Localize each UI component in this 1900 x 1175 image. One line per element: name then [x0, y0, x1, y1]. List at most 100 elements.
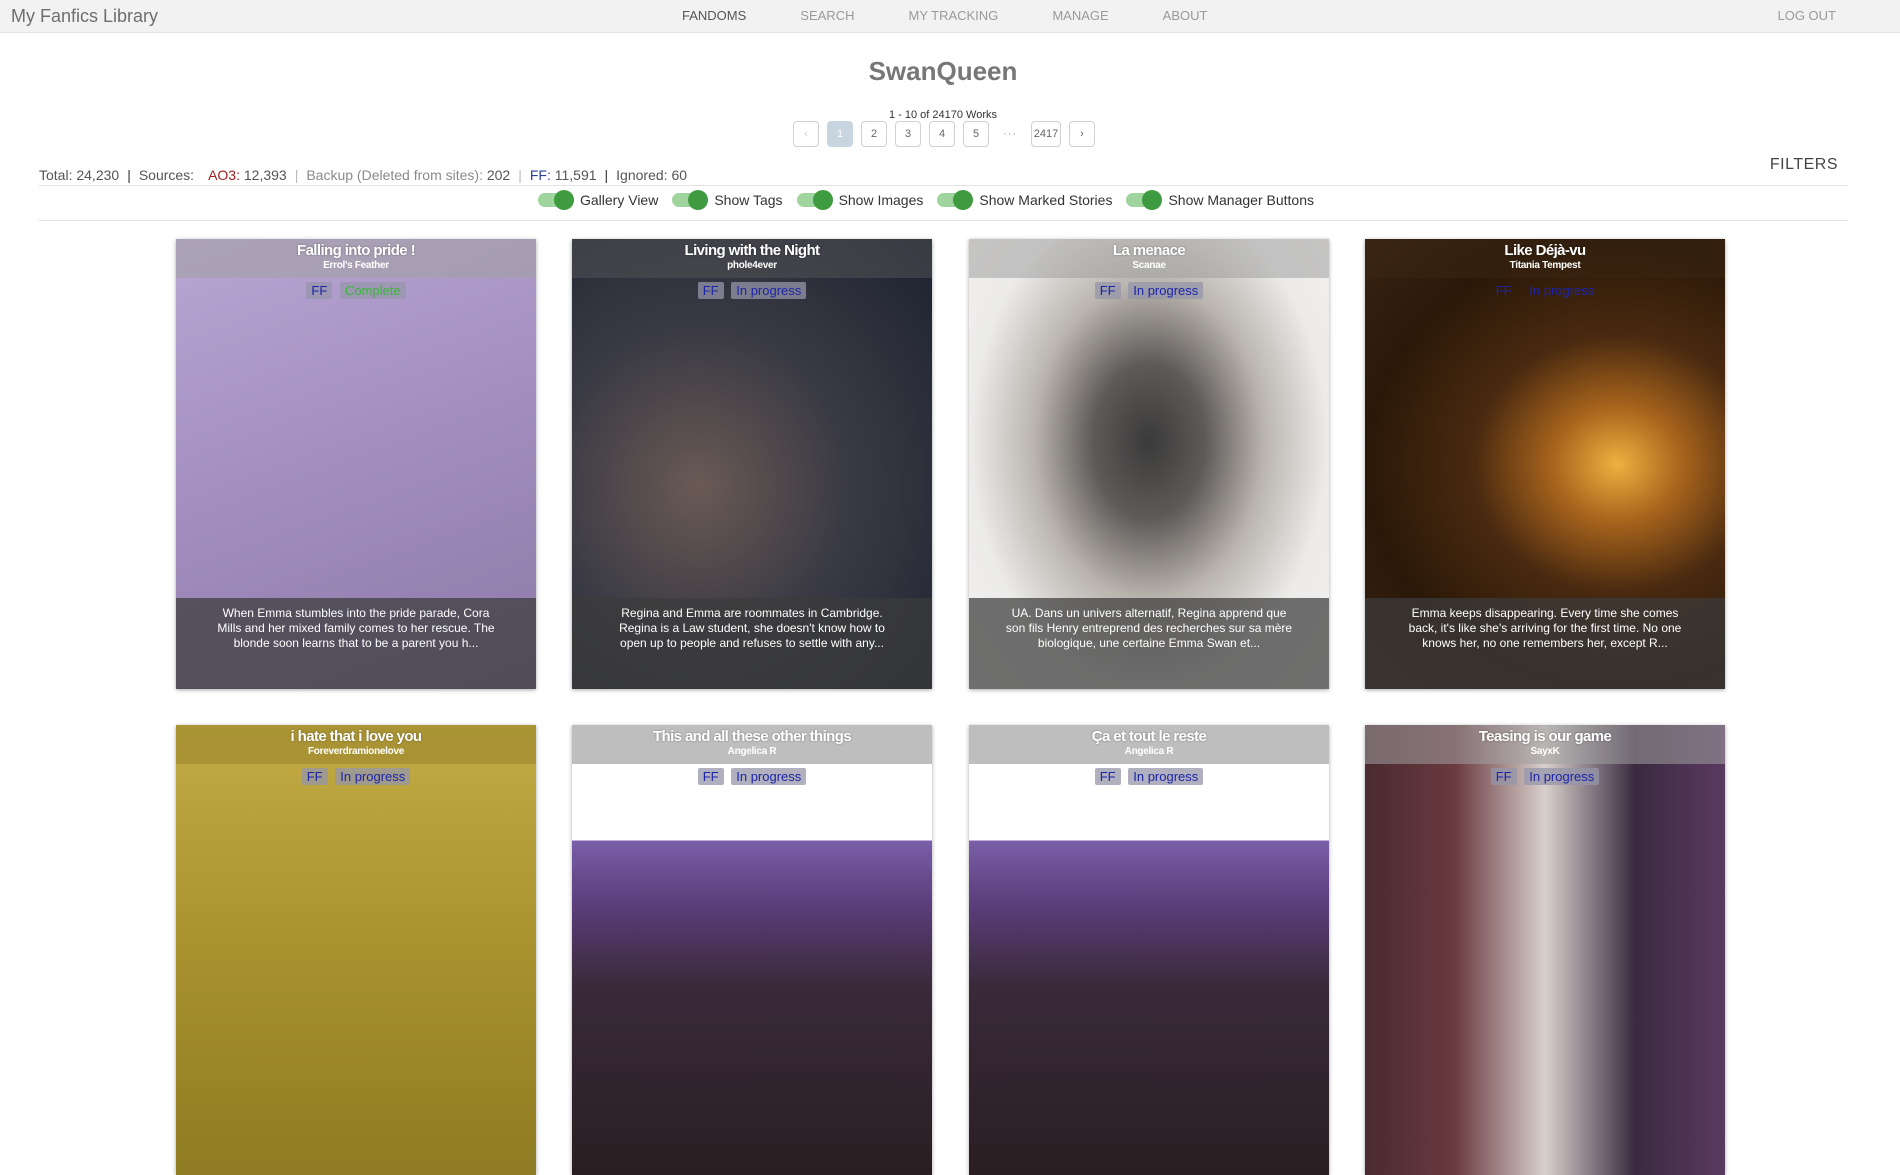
cover-image [176, 725, 536, 1175]
stats-divider: | [604, 167, 609, 183]
source-badge: FF [697, 282, 724, 299]
work-title[interactable]: Falling into pride ! [176, 239, 536, 259]
toggle-gallery-view[interactable]: Gallery View [538, 190, 659, 210]
work-summary: Regina and Emma are roommates in Cambrid… [572, 598, 932, 689]
filters-button[interactable]: FILTERS [1770, 156, 1838, 174]
work-title[interactable]: i hate that i love you [176, 725, 536, 745]
work-author[interactable]: Foreverdramionelove [176, 746, 536, 757]
page-button-1[interactable]: 1 [827, 121, 853, 147]
cover-image [969, 725, 1329, 1175]
toggle-show-tags[interactable]: Show Tags [672, 190, 783, 210]
main-nav: FANDOMS SEARCH MY TRACKING MANAGE ABOUT [682, 8, 1207, 23]
status-badge: In progress [731, 768, 807, 785]
source-badge: FF [1094, 282, 1121, 299]
page-button-4[interactable]: 4 [929, 121, 955, 147]
source-badge: FF [306, 282, 333, 299]
view-toggles: Gallery View Show Tags Show Images Show … [538, 190, 1328, 210]
source-badge: FF [1495, 283, 1512, 298]
work-card[interactable]: Falling into pride ! Errol's Feather FF … [176, 239, 536, 689]
work-card[interactable]: La menace Scanae FF In progress UA. Dans… [969, 239, 1329, 689]
work-card[interactable]: Living with the Night phole4ever FF In p… [572, 239, 932, 689]
ignored-label[interactable]: Ignored: [616, 167, 667, 183]
ff-label[interactable]: FF: [530, 167, 551, 183]
work-title[interactable]: La menace [969, 239, 1329, 259]
backup-label[interactable]: Backup (Deleted from sites): [306, 167, 483, 183]
total-value: 24,230 [76, 167, 120, 183]
work-tags: FF In progress [572, 768, 932, 785]
work-card[interactable]: Teasing is our game SayxK FF In progress [1365, 725, 1725, 1175]
card-header: i hate that i love you Foreverdramionelo… [176, 725, 536, 764]
work-tags: FF Complete [176, 282, 536, 299]
status-badge: Complete [339, 282, 406, 299]
toggle-switch[interactable] [937, 190, 974, 210]
library-stats: Total: 24,230 | Sources: AO3: 12,393 | B… [39, 167, 687, 183]
next-page-button[interactable]: › [1069, 121, 1095, 147]
card-header: Teasing is our game SayxK [1365, 725, 1725, 764]
work-tags: FF In progress [969, 282, 1329, 299]
work-card[interactable]: i hate that i love you Foreverdramionelo… [176, 725, 536, 1175]
toggle-show-images[interactable]: Show Images [796, 190, 924, 210]
toggle-show-marked-stories[interactable]: Show Marked Stories [937, 190, 1113, 210]
toggle-show-manager-buttons[interactable]: Show Manager Buttons [1126, 190, 1314, 210]
toggle-label: Show Marked Stories [979, 192, 1113, 208]
prev-page-button[interactable]: ‹ [793, 121, 819, 147]
work-tags: FF In progress [176, 768, 536, 785]
toggle-switch[interactable] [796, 190, 833, 210]
page-button-3[interactable]: 3 [895, 121, 921, 147]
pagination: ‹ 1 2 3 4 5 ··· 2417 › [793, 121, 1103, 147]
work-card[interactable]: Ça et tout le reste Angelica R FF In pro… [969, 725, 1329, 1175]
stats-divider: | [294, 167, 299, 183]
toggle-label: Gallery View [580, 192, 659, 208]
work-title[interactable]: Teasing is our game [1365, 725, 1725, 745]
source-badge: FF [1094, 768, 1121, 785]
work-title[interactable]: Living with the Night [572, 239, 932, 259]
work-author[interactable]: Angelica R [572, 746, 932, 757]
work-author[interactable]: SayxK [1365, 746, 1725, 757]
work-title[interactable]: This and all these other things [572, 725, 932, 745]
nav-fandoms[interactable]: FANDOMS [682, 8, 746, 23]
card-header: La menace Scanae [969, 239, 1329, 278]
nav-manage[interactable]: MANAGE [1052, 8, 1108, 23]
page-button-2[interactable]: 2 [861, 121, 887, 147]
cover-image [572, 725, 932, 1175]
work-author[interactable]: Errol's Feather [176, 260, 536, 271]
stats-divider: | [127, 167, 131, 183]
work-author[interactable]: phole4ever [572, 260, 932, 271]
work-summary: When Emma stumbles into the pride parade… [176, 598, 536, 689]
toggle-switch[interactable] [672, 190, 709, 210]
total-label: Total: [39, 167, 73, 183]
work-summary: UA. Dans un univers alternatif, Regina a… [969, 598, 1329, 689]
status-badge: In progress [1128, 282, 1204, 299]
toggle-label: Show Images [838, 192, 924, 208]
works-count: 1 - 10 of 24170 Works [888, 109, 998, 121]
work-card[interactable]: Like Déjà-vu Titania Tempest FF In progr… [1365, 239, 1725, 689]
divider [39, 185, 1848, 186]
source-badge: FF [1490, 768, 1517, 785]
status-badge: In progress [1524, 768, 1600, 785]
ao3-value: 12,393 [243, 167, 287, 183]
source-badge: FF [697, 768, 724, 785]
work-author[interactable]: Titania Tempest [1365, 260, 1725, 271]
work-author[interactable]: Scanae [969, 260, 1329, 271]
page-button-5[interactable]: 5 [963, 121, 989, 147]
toggle-switch[interactable] [1126, 190, 1163, 210]
work-title[interactable]: Like Déjà-vu [1365, 239, 1725, 259]
toggle-switch[interactable] [538, 190, 574, 210]
brand-logo[interactable]: My Fanfics Library [11, 6, 158, 27]
top-nav-bar: My Fanfics Library FANDOMS SEARCH MY TRA… [0, 0, 1900, 33]
work-author[interactable]: Angelica R [969, 746, 1329, 757]
divider [39, 220, 1848, 221]
work-title[interactable]: Ça et tout le reste [969, 725, 1329, 745]
stats-divider: | [518, 167, 522, 183]
status-badge: In progress [1529, 283, 1595, 298]
work-card[interactable]: This and all these other things Angelica… [572, 725, 932, 1175]
work-tags: FF In progress [969, 768, 1329, 785]
page-button-last[interactable]: 2417 [1031, 121, 1061, 147]
ao3-label[interactable]: AO3: [208, 167, 240, 183]
source-badge: FF [301, 768, 328, 785]
nav-my-tracking[interactable]: MY TRACKING [908, 8, 998, 23]
sources-label: Sources: [138, 167, 195, 183]
nav-search[interactable]: SEARCH [800, 8, 854, 23]
logout-link[interactable]: LOG OUT [1777, 8, 1836, 23]
nav-about[interactable]: ABOUT [1163, 8, 1208, 23]
